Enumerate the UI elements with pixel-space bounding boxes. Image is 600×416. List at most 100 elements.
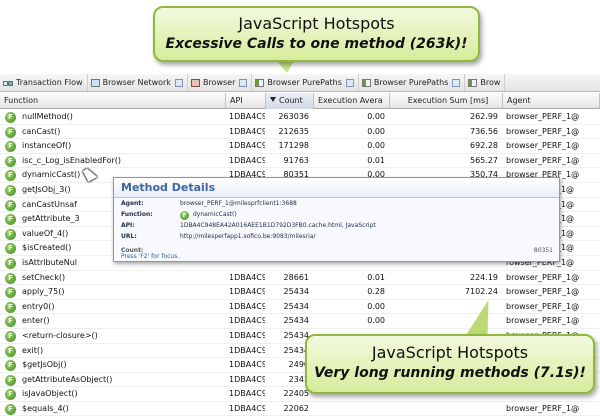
function-icon: F <box>5 126 16 138</box>
callout-title: JavaScript Hotspots <box>371 343 529 362</box>
pin-icon[interactable] <box>452 78 461 87</box>
cell-sum <box>390 402 502 416</box>
function-name: isc_c_Log_isEnabledFor() <box>22 155 121 165</box>
function-name: isJavaObject() <box>22 389 78 399</box>
tab-browser[interactable]: Browser <box>188 74 253 91</box>
view-tab-bar: Transaction Flow Browser Network Browser… <box>0 74 600 92</box>
url-value: http://milesperfapp1.sofico.be:9083/mile… <box>180 233 316 240</box>
table-row[interactable]: Fapply_75() 1DBA4C9 25434 0.28 7102.24 browse… <box>0 285 600 300</box>
url-label: URL: <box>121 233 137 240</box>
column-header-count[interactable]: Count <box>266 93 314 109</box>
cell-sum: 736.56 <box>470 126 498 136</box>
cell-agent: browser_PERF_1@ <box>506 126 580 136</box>
table-row[interactable]: FinstanceOf() 1DBA4C9 171298 0.00 692.28 brow… <box>0 139 600 154</box>
pin-icon[interactable] <box>174 78 183 87</box>
tab-browser-purepaths[interactable]: Browser PurePaths <box>252 74 359 91</box>
table-row[interactable]: FsetCheck() 1DBA4C9 28661 0.01 224.19 browser… <box>0 271 600 286</box>
tab-browser-network[interactable]: Browser Network <box>88 74 188 91</box>
function-name: getJsObj_3() <box>22 184 71 194</box>
cell-sum: 565.27 <box>470 155 498 165</box>
function-icon: F <box>5 316 16 328</box>
count-value: 80351 <box>533 247 553 254</box>
cell-api: 1DBA4C9 <box>229 345 265 355</box>
purepaths-icon <box>361 78 371 87</box>
cell-function: Fapply_75() <box>0 285 225 299</box>
purepaths-icon <box>468 78 478 87</box>
column-header-agent[interactable]: Agent <box>503 93 600 109</box>
column-header-api[interactable]: API <box>226 93 266 109</box>
table-row[interactable]: FcanCast() 1DBA4C9 212635 0.00 736.56 browser… <box>0 125 600 140</box>
agent-label: Agent: <box>121 200 144 207</box>
cell-sum: 7102.24 <box>464 287 498 297</box>
function-icon: F <box>5 330 16 342</box>
tab-label: Browser Network <box>102 78 171 87</box>
cell-api: 1DBA4C9 <box>229 126 265 136</box>
cell-api: 1DBA4C9 <box>229 374 265 384</box>
cell-agent: browser_PERF_1@ <box>506 272 580 282</box>
tab-label: Browser PurePaths <box>373 78 449 87</box>
cell-count: 91763 <box>283 155 309 165</box>
function-icon: F <box>5 374 16 386</box>
cell-function: FisJavaObject() <box>0 387 225 401</box>
cell-count: 25434 <box>283 301 309 311</box>
popup-url-row: URL: http://milesperfapp1.sofico.be:9083… <box>114 231 559 242</box>
popup-title: Method Details <box>114 178 559 198</box>
function-name: $isCreated() <box>22 243 72 253</box>
cell-function: Fexit() <box>0 344 225 358</box>
cell-count: 25434 <box>283 287 309 297</box>
popup-agent-row: Agent: browser_PERF_1@milesprfclient1:36… <box>114 198 559 209</box>
cell-agent: browser_PERF_1@ <box>506 316 580 326</box>
cell-agent: browser_PERF_1@ <box>506 141 580 151</box>
function-icon: F <box>5 184 16 196</box>
column-header-execution-average[interactable]: Execution Avera <box>314 93 390 109</box>
cell-api: 1DBA4C9 <box>229 287 265 297</box>
cell-api: 1DBA4C9 <box>229 316 265 326</box>
cell-function: FgetAttributeAsObject() <box>0 373 225 387</box>
function-name: isAttributeNul <box>22 257 77 267</box>
function-name: instanceOf() <box>22 141 72 151</box>
function-icon: F <box>5 272 16 284</box>
table-row[interactable]: Fentry0() 1DBA4C9 25434 0.00 browser_PERF_1@ <box>0 300 600 315</box>
function-icon: F <box>5 228 16 240</box>
cell-count: 22062 <box>283 403 309 413</box>
cell-api: 1DBA4C9 <box>229 330 265 340</box>
cell-avg: 0.00 <box>367 301 385 311</box>
cell-function: F $getJsObj() <box>0 358 225 372</box>
cell-function: Fisc_c_Log_isEnabledFor() <box>0 154 225 168</box>
cell-sum: 692.28 <box>470 141 498 151</box>
tab-transaction-flow[interactable]: Transaction Flow <box>0 74 88 91</box>
function-icon: F <box>180 211 189 220</box>
cell-avg: 0.01 <box>367 272 385 282</box>
cell-function: Fenter() <box>0 314 225 328</box>
tab-label: Browser PurePaths <box>267 78 342 87</box>
table-header: Function API Count Execution Avera Execu… <box>0 93 600 109</box>
tab-label: Brow <box>480 78 501 87</box>
tab-browser-purepaths-3[interactable]: Brow <box>465 74 506 91</box>
cell-count: 212635 <box>278 126 309 136</box>
table-row[interactable]: F $equals_4() 1DBA4C9 22062 browser_PERF_1@ <box>0 402 600 416</box>
function-label: Function: <box>121 211 153 218</box>
cell-agent: browser_PERF_1@ <box>506 155 580 165</box>
cell-avg: 0.00 <box>367 141 385 151</box>
table-row[interactable]: Fenter() 1DBA4C9 25434 0.00 browser_PERF_1@ <box>0 314 600 329</box>
popup-function-row: Function: FdynamicCast() <box>114 209 559 220</box>
tab-label: Browser <box>202 78 236 87</box>
column-header-execution-sum[interactable]: Execution Sum [ms] <box>390 93 503 109</box>
function-icon: F <box>5 170 16 182</box>
callout-excessive-calls: JavaScript Hotspots Excessive Calls to o… <box>153 6 480 62</box>
function-name: dynamicCast() <box>22 170 81 180</box>
function-icon: F <box>5 287 16 299</box>
function-icon: F <box>5 360 16 372</box>
tab-browser-purepaths-2[interactable]: Browser PurePaths <box>359 74 466 91</box>
callout-subtitle: Excessive Calls to one method (263k)! <box>165 36 468 52</box>
pin-icon[interactable] <box>239 78 248 87</box>
pin-icon[interactable] <box>345 78 354 87</box>
cell-api: 1DBA4C9 <box>229 389 265 399</box>
function-name: canCastUnsaf <box>22 199 77 209</box>
method-details-popup: Method Details Agent: browser_PERF_1@mil… <box>113 177 560 262</box>
table-row[interactable]: FnullMethod() 1DBA4C9 263036 0.00 262.99 brow… <box>0 110 600 125</box>
cell-function: FcanCast() <box>0 125 225 139</box>
purepaths-icon <box>255 78 265 87</box>
column-header-function[interactable]: Function <box>0 93 226 109</box>
cell-function: FsetCheck() <box>0 271 225 285</box>
